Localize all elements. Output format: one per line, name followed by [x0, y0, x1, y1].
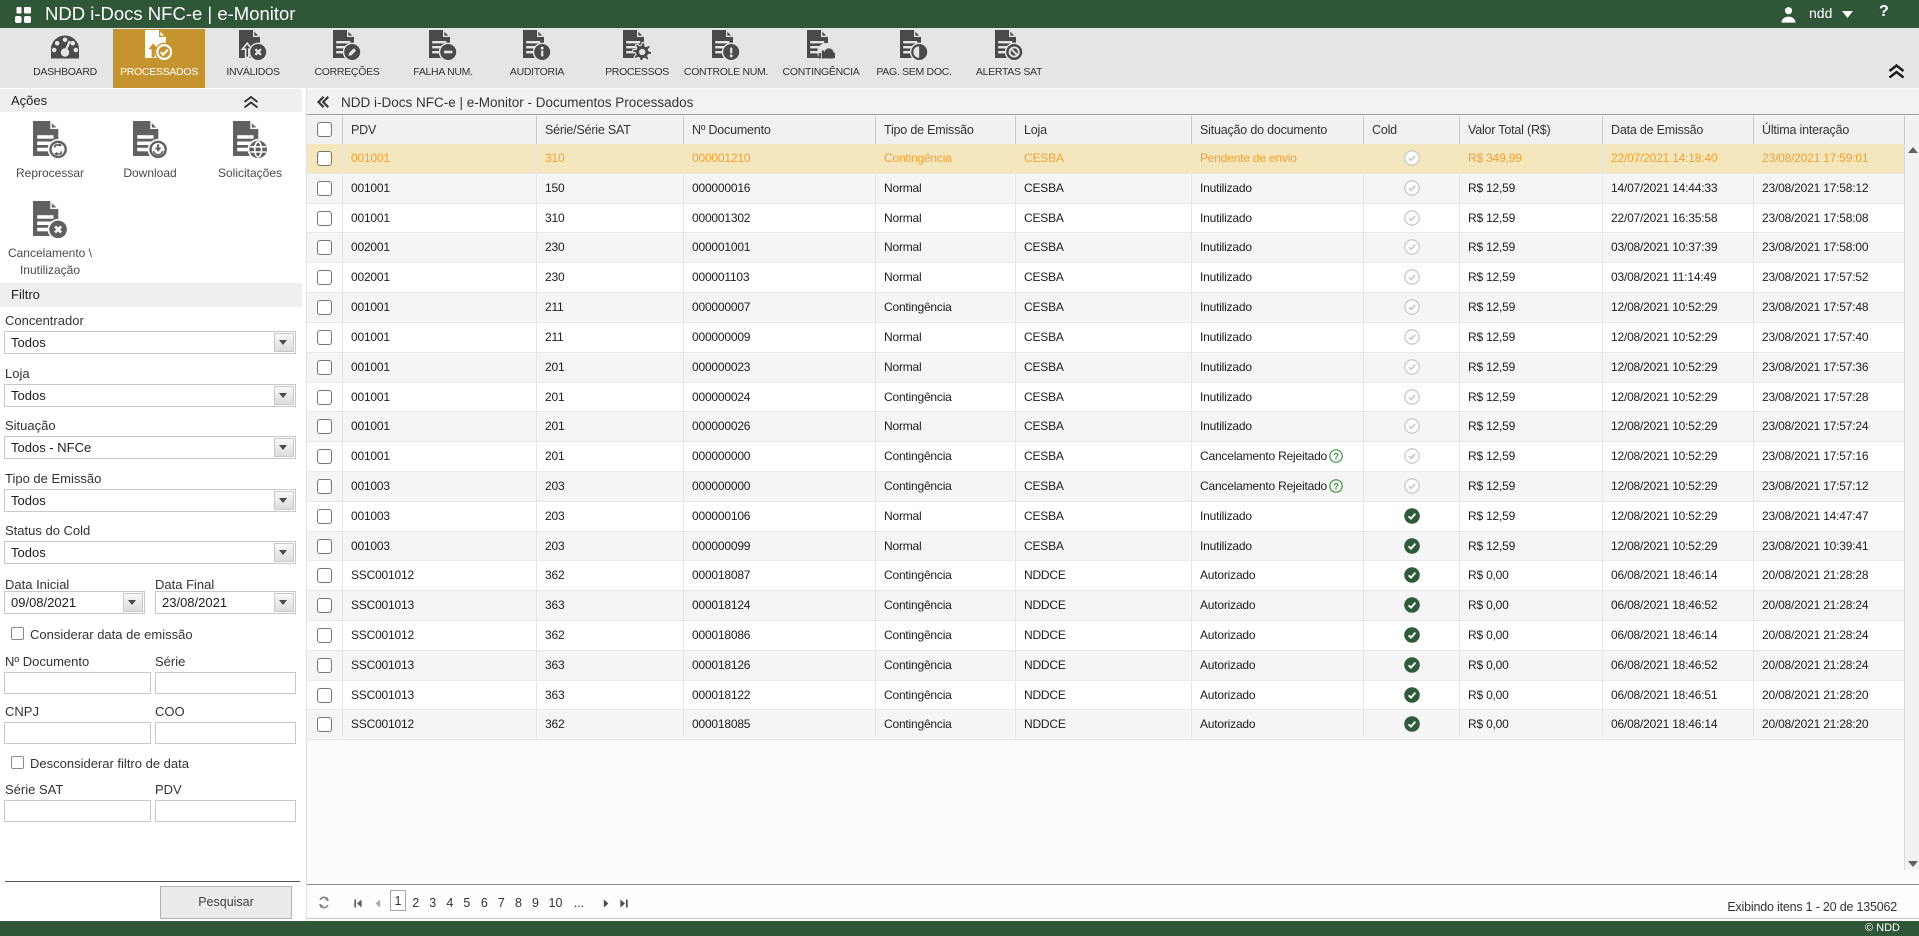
svg-text:?: ?	[1333, 451, 1339, 462]
svg-text:?: ?	[1333, 481, 1339, 492]
